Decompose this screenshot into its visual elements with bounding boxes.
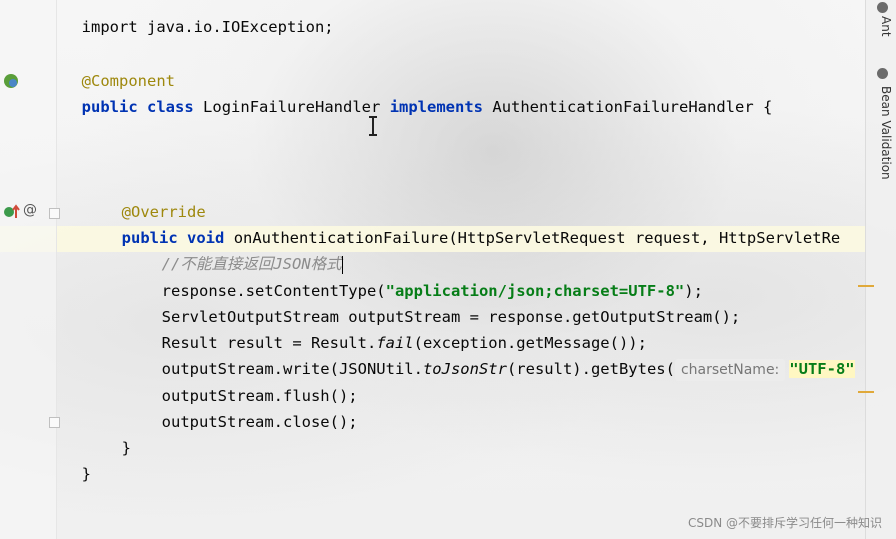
code-text: outputStream.close(); (161, 413, 358, 431)
implements-method-icon[interactable] (3, 204, 21, 220)
warning-marker[interactable] (858, 285, 874, 287)
watermark: CSDN @不要排斥学习任何一种知识 (687, 516, 882, 530)
text-cursor-pointer (369, 116, 377, 136)
string-literal: "UTF-8" (789, 360, 855, 378)
fold-marker-method[interactable] (49, 208, 60, 219)
tab-bean-validation[interactable]: Bean Validation (879, 86, 893, 180)
closing-brace: } (121, 439, 132, 457)
code-line-method-close[interactable]: } (103, 409, 131, 461)
code-line-class-close[interactable]: } (63, 435, 91, 487)
fold-marker-method-end[interactable] (49, 417, 60, 428)
warning-marker[interactable] (858, 391, 874, 393)
parameter-hint: charsetName: (674, 359, 786, 381)
interface-name: AuthenticationFailureHandler { (492, 98, 773, 116)
spring-bean-icon[interactable] (3, 73, 19, 89)
tab-ant[interactable]: Ant (879, 16, 893, 37)
closing-brace: } (81, 465, 92, 483)
code-line-close[interactable]: outputStream.close(); (143, 383, 358, 435)
ant-icon (877, 2, 888, 13)
code-line-class-decl[interactable]: public class LoginFailureHandler impleme… (63, 68, 773, 120)
keyword-implements: implements (389, 98, 484, 116)
class-name: LoginFailureHandler (203, 98, 381, 116)
static-method-call: toJsonStr (422, 360, 507, 378)
code-text: (result).getBytes( (506, 360, 675, 378)
code-line-import[interactable]: import java.io.IOException; (63, 0, 334, 40)
import-statement: import java.io.IOException; (81, 18, 334, 36)
keyword-class: class (147, 98, 194, 116)
keyword-public: public (81, 98, 138, 116)
bean-validation-icon (877, 68, 888, 79)
override-at-icon[interactable]: @ (23, 202, 37, 218)
right-tool-panel (865, 0, 896, 539)
